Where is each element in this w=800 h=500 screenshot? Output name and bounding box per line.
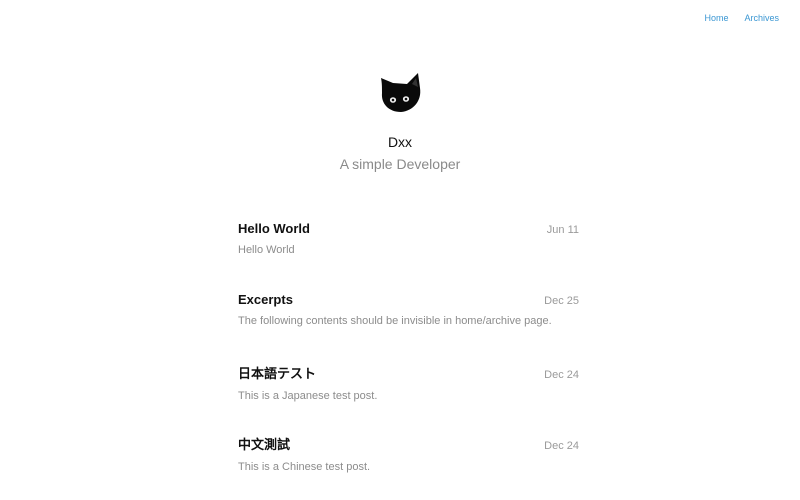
post-title[interactable]: Excerpts xyxy=(238,292,293,307)
author-name: Dxx xyxy=(387,134,413,150)
post-excerpt: This is a Chinese test post. xyxy=(238,461,371,473)
post-item: 日本語テスト Dec 24 This is a Japanese test po… xyxy=(238,363,579,434)
post-excerpt: The following contents should be invisib… xyxy=(238,315,552,327)
post-date: Dec 25 xyxy=(544,295,579,307)
post-title[interactable]: 日本語テスト xyxy=(238,363,316,382)
post-excerpt: This is a Japanese test post. xyxy=(238,390,378,402)
post-date: Dec 24 xyxy=(544,369,579,381)
post-title[interactable]: 中文測試 xyxy=(238,434,290,453)
post-date: Dec 24 xyxy=(544,440,579,452)
post-item: Hello World Jun 11 Hello World xyxy=(238,221,579,292)
author-description: A simple Developer xyxy=(339,156,461,172)
post-item: Excerpts Dec 25 The following contents s… xyxy=(238,292,579,363)
post-excerpt: Hello World xyxy=(238,244,295,256)
top-nav: Home Archives xyxy=(704,13,779,23)
nav-home-link[interactable]: Home xyxy=(704,13,728,23)
black-cat-icon[interactable] xyxy=(377,70,423,116)
post-item: 中文測試 Dec 24 This is a Chinese test post. xyxy=(238,434,579,500)
nav-archives-link[interactable]: Archives xyxy=(744,13,779,23)
profile-header: Dxx A simple Developer xyxy=(0,70,800,172)
post-title[interactable]: Hello World xyxy=(238,221,310,236)
post-date: Jun 11 xyxy=(546,224,579,236)
post-list: Hello World Jun 11 Hello World Excerpts … xyxy=(238,221,579,500)
